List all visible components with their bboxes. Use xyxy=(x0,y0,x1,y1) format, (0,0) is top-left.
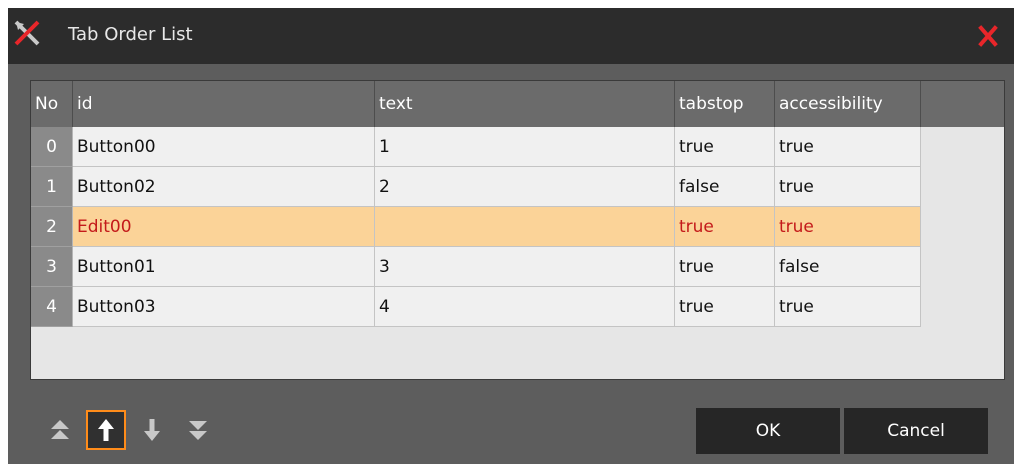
title-bar: Tab Order List xyxy=(8,8,1014,64)
move-to-top-icon xyxy=(51,420,69,439)
row-number: 0 xyxy=(31,127,73,167)
move-up-button[interactable] xyxy=(86,410,126,450)
move-down-icon xyxy=(144,419,160,441)
column-header-text[interactable]: text xyxy=(375,81,675,127)
column-header-id[interactable]: id xyxy=(73,81,375,127)
cell-tabstop: false xyxy=(675,167,775,207)
tab-order-dialog: Tab Order List No id text tabstop access… xyxy=(8,8,1014,464)
cell-accessibility: true xyxy=(775,287,921,327)
cell-text: 1 xyxy=(375,127,675,167)
row-number: 4 xyxy=(31,287,73,327)
tab-order-grid[interactable]: No id text tabstop accessibility 0 Butto… xyxy=(30,80,1005,380)
cell-tabstop: true xyxy=(675,247,775,287)
column-header-tabstop[interactable]: tabstop xyxy=(675,81,775,127)
cell-id: Button01 xyxy=(73,247,375,287)
row-number: 1 xyxy=(31,167,73,207)
close-button[interactable] xyxy=(974,24,1002,48)
cell-text: 2 xyxy=(375,167,675,207)
cell-accessibility: true xyxy=(775,207,921,247)
cancel-button[interactable]: Cancel xyxy=(844,408,988,454)
cell-tabstop: true xyxy=(675,207,775,247)
cell-text: 4 xyxy=(375,287,675,327)
table-row-selected[interactable]: 2 Edit00 true true xyxy=(31,207,921,247)
cell-accessibility: true xyxy=(775,127,921,167)
close-icon xyxy=(978,25,998,47)
dialog-footer: OK Cancel xyxy=(8,388,1014,464)
move-to-top-button[interactable] xyxy=(40,410,80,450)
cell-accessibility: true xyxy=(775,167,921,207)
move-to-bottom-icon xyxy=(189,421,207,440)
move-down-button[interactable] xyxy=(132,410,172,450)
move-up-icon xyxy=(98,419,114,441)
cell-accessibility: false xyxy=(775,247,921,287)
cell-tabstop: true xyxy=(675,127,775,167)
cell-id: Button03 xyxy=(73,287,375,327)
grid-header: No id text tabstop accessibility xyxy=(31,81,1004,127)
row-number: 2 xyxy=(31,207,73,247)
table-row[interactable]: 0 Button00 1 true true xyxy=(31,127,921,167)
move-to-bottom-button[interactable] xyxy=(178,410,218,450)
column-header-accessibility[interactable]: accessibility xyxy=(775,81,921,127)
cell-id: Edit00 xyxy=(73,207,375,247)
cell-id: Button02 xyxy=(73,167,375,207)
table-row[interactable]: 4 Button03 4 true true xyxy=(31,287,921,327)
cell-text xyxy=(375,207,675,247)
window-title: Tab Order List xyxy=(68,24,193,45)
cell-tabstop: true xyxy=(675,287,775,327)
cell-id: Button00 xyxy=(73,127,375,167)
cell-text: 3 xyxy=(375,247,675,287)
ok-button[interactable]: OK xyxy=(696,408,840,454)
column-header-no[interactable]: No xyxy=(31,81,73,127)
table-row[interactable]: 3 Button01 3 true false xyxy=(31,247,921,287)
table-row[interactable]: 1 Button02 2 false true xyxy=(31,167,921,207)
row-number: 3 xyxy=(31,247,73,287)
app-logo-icon xyxy=(14,20,40,46)
